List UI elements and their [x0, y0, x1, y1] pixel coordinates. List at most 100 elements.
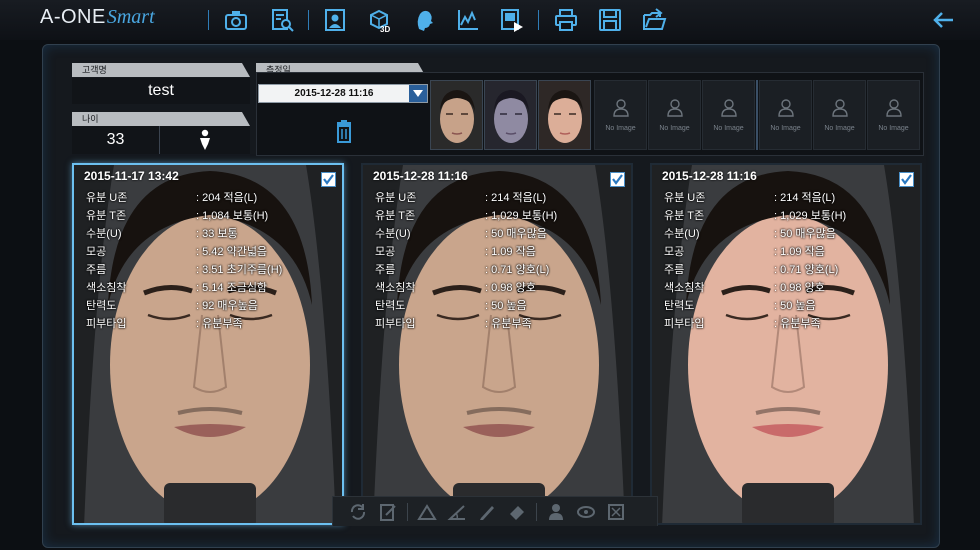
person-icon[interactable] [545, 501, 567, 523]
thumbnail-empty[interactable]: No Image [867, 80, 920, 150]
3d-view-icon[interactable]: 3D [366, 6, 394, 34]
metric-label: 색소침착 [86, 282, 127, 294]
save-icon[interactable] [596, 6, 624, 34]
thumbnail-empty[interactable]: No Image [813, 80, 866, 150]
face-card-2[interactable]: 2015-12-28 11:16 유분 U존: 214 적음(L) 유분 T존: 1… [361, 163, 633, 525]
close-box-icon[interactable] [605, 501, 627, 523]
graph-icon[interactable] [454, 6, 482, 34]
metric-value: : 1,029 보통(H) [485, 210, 558, 222]
metric-value: : 50 매우많음 [485, 228, 547, 240]
metric-label: 수분(U) [375, 228, 411, 240]
metric-value: : 유분부족 [196, 318, 243, 330]
metric-value: : 5.14 조금심함 [196, 282, 268, 294]
no-image-label: No Image [878, 125, 909, 132]
angle-icon[interactable] [446, 501, 468, 523]
metric-label: 색소침착 [375, 282, 416, 294]
compare-checkbox[interactable] [321, 172, 336, 187]
no-image-label: No Image [824, 125, 855, 132]
thumbnail-photo-warm[interactable] [538, 80, 591, 150]
metric-row: 탄력도 : 50 높음 [375, 297, 557, 315]
metric-value: : 유분부족 [485, 318, 532, 330]
thumbnail-empty[interactable]: No Image [648, 80, 701, 150]
metric-label: 색소침착 [664, 282, 705, 294]
customer-name-header: 고객명 [72, 63, 250, 77]
person-placeholder-icon [611, 98, 631, 123]
metric-row: 유분 T존: 1,029 보통(H) [664, 207, 846, 225]
edit-note-icon[interactable] [377, 501, 399, 523]
thumbnail-photo-uv[interactable] [484, 80, 537, 150]
brand-script: Smart [106, 6, 155, 28]
metric-row: 유분 U존 : 214 적음(L) [375, 189, 557, 207]
measure-date-value: 2015-12-28 11:16 [294, 88, 374, 99]
metric-value: : 50 매우많음 [774, 228, 836, 240]
refresh-icon[interactable] [347, 501, 369, 523]
metric-label: 유분 U존 [664, 192, 706, 204]
metric-value: : 33 보통 [196, 228, 238, 240]
metric-value: : 0.98 양호 [774, 282, 825, 294]
thumbnail-group-separator [756, 80, 758, 150]
metric-label: 탄력도 [86, 300, 117, 312]
print-icon[interactable] [552, 6, 580, 34]
eraser-icon[interactable] [506, 501, 528, 523]
app-logo: A-ONE Smart [40, 6, 155, 34]
triangle-icon[interactable] [416, 501, 438, 523]
pen-icon[interactable] [476, 501, 498, 523]
metric-value: : 1.09 작음 [774, 246, 825, 258]
metric-row: 유분 T존 : 1,029 보통(H) [375, 207, 557, 225]
customer-name: test [72, 78, 250, 104]
profile-compare-icon[interactable] [322, 6, 350, 34]
metric-value: : 0.71 양호(L) [485, 264, 550, 276]
face-card-1[interactable]: 2015-11-17 13:42 유분 U존: 204 적음(L) 유분 T존: 1… [72, 163, 344, 525]
metric-row: 모공: 5.42 약간넓음 [86, 243, 282, 261]
face-card-3[interactable]: 2015-12-28 11:16 유분 U존: 214 적음(L) 유분 T존: 1… [650, 163, 922, 525]
metric-value: : 0.71 양호(L) [774, 264, 839, 276]
back-arrow-icon[interactable] [930, 6, 958, 34]
chevron-down-icon[interactable] [409, 85, 427, 102]
metric-value: : 204 적음(L) [196, 192, 258, 204]
metric-label: 유분 T존 [664, 210, 705, 222]
thumbnail-empty[interactable]: No Image [594, 80, 647, 150]
thumbnail-empty[interactable]: No Image [702, 80, 755, 150]
metric-label: 탄력도 [375, 300, 406, 312]
skin-metrics: 유분 U존: 204 적음(L) 유분 T존: 1,084 보통(H) 수분(U):… [86, 189, 282, 333]
metric-label: 유분 U존 [375, 192, 417, 204]
open-folder-icon[interactable] [640, 6, 668, 34]
metric-value: : 1.09 작음 [485, 246, 536, 258]
metric-label: 주름 [86, 264, 107, 276]
top-toolbar: A-ONE Smart 3D [0, 0, 980, 40]
thumbnail-photo-normal[interactable] [430, 80, 483, 150]
video-play-icon[interactable] [498, 6, 526, 34]
no-image-label: No Image [659, 125, 690, 132]
metric-row: 모공: 1.09 작음 [375, 243, 557, 261]
trash-icon[interactable] [331, 118, 357, 144]
check-icon [901, 174, 912, 185]
metric-label: 수분(U) [664, 228, 700, 240]
metric-row: 유분 U존: 204 적음(L) [86, 189, 282, 207]
no-image-label: No Image [770, 125, 801, 132]
metric-value: : 214 적음(L) [774, 192, 836, 204]
metric-label: 피부타입 [86, 318, 127, 330]
person-placeholder-icon [665, 98, 685, 123]
metric-row: 주름 : 0.71 양호(L) [664, 261, 846, 279]
no-image-label: No Image [605, 125, 636, 132]
metric-label: 유분 T존 [375, 210, 416, 222]
metric-row: 탄력도 : 92 매우높음 [86, 297, 282, 315]
compare-checkbox[interactable] [899, 172, 914, 187]
compare-checkbox[interactable] [610, 172, 625, 187]
metric-value: : 92 매우높음 [196, 300, 258, 312]
metric-label: 주름 [664, 264, 685, 276]
metric-value: : 214 적음(L) [485, 192, 547, 204]
thumbnail-empty[interactable]: No Image [759, 80, 812, 150]
eye-outline-icon[interactable] [575, 501, 597, 523]
brand-main: A-ONE [40, 6, 106, 28]
metric-value: : 50 높음 [485, 300, 527, 312]
person-placeholder-icon [719, 98, 739, 123]
toolbar-separator [538, 10, 539, 30]
measure-date-select[interactable]: 2015-12-28 11:16 [258, 84, 428, 103]
report-search-icon[interactable] [268, 6, 296, 34]
check-icon [612, 174, 623, 185]
metric-row: 색소침착 : 5.14 조금심함 [86, 279, 282, 297]
face-profile-icon[interactable] [410, 6, 438, 34]
metric-row: 수분(U): 33 보통 [86, 225, 282, 243]
camera-icon[interactable] [222, 6, 250, 34]
